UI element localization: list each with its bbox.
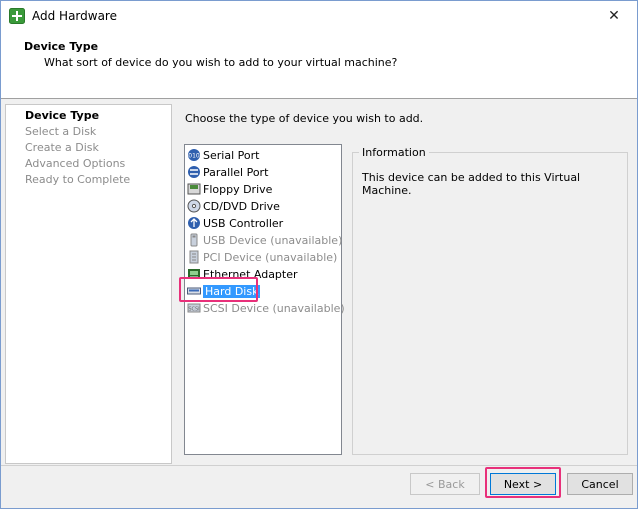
step-device-type: Device Type — [25, 109, 100, 122]
window-title: Add Hardware — [32, 9, 117, 23]
device-type-prompt: Choose the type of device you wish to ad… — [185, 112, 424, 125]
wizard-steps-panel: Device Type Select a Disk Create a Disk … — [5, 104, 172, 464]
device-parallel-port[interactable]: Parallel Port — [187, 164, 268, 180]
cd-dvd-drive-icon — [187, 199, 201, 213]
device-scsi-device[interactable]: SCSI SCSI Device (unavailable) — [187, 300, 345, 316]
step-select-disk: Select a Disk — [25, 125, 97, 138]
page-subtitle: What sort of device do you wish to add t… — [44, 56, 398, 69]
device-floppy-drive[interactable]: Floppy Drive — [187, 181, 272, 197]
wizard-header: Device Type What sort of device do you w… — [1, 32, 637, 99]
add-hardware-icon — [9, 8, 25, 24]
svg-text:010: 010 — [188, 153, 200, 160]
footer-divider — [1, 465, 637, 466]
scsi-device-icon: SCSI — [187, 303, 201, 313]
usb-device-icon — [190, 233, 198, 247]
next-button[interactable]: Next > — [490, 473, 556, 495]
information-group: Information This device can be added to … — [352, 146, 628, 455]
floppy-drive-icon — [187, 183, 201, 195]
device-usb-device[interactable]: USB Device (unavailable) — [187, 232, 342, 248]
information-text: This device can be added to this Virtual… — [362, 171, 581, 197]
device-pci-device[interactable]: PCI Device (unavailable) — [187, 249, 337, 265]
device-usb-controller[interactable]: USB Controller — [187, 215, 283, 231]
hard-disk-highlight — [179, 277, 258, 302]
svg-text:SCSI: SCSI — [188, 307, 199, 313]
wizard-content: Choose the type of device you wish to ad… — [176, 104, 636, 464]
serial-port-icon: 010 — [188, 149, 200, 161]
close-button[interactable]: ✕ — [591, 1, 637, 31]
page-title: Device Type — [24, 40, 99, 53]
pci-device-icon — [189, 250, 199, 264]
device-serial-port[interactable]: 010 Serial Port — [187, 147, 259, 163]
step-create-disk: Create a Disk — [25, 141, 99, 154]
close-icon: ✕ — [608, 8, 620, 24]
add-hardware-window: Add Hardware ✕ Device Type What sort of … — [0, 0, 638, 509]
device-cd-dvd-drive[interactable]: CD/DVD Drive — [187, 198, 280, 214]
cancel-button[interactable]: Cancel — [567, 473, 633, 495]
parallel-port-icon — [188, 166, 200, 178]
back-button[interactable]: < Back — [410, 473, 480, 495]
usb-controller-icon — [188, 217, 200, 229]
step-ready-to-complete: Ready to Complete — [25, 173, 131, 186]
information-legend: Information — [359, 146, 429, 159]
title-bar: Add Hardware ✕ — [1, 1, 637, 32]
step-advanced-options: Advanced Options — [25, 157, 126, 170]
